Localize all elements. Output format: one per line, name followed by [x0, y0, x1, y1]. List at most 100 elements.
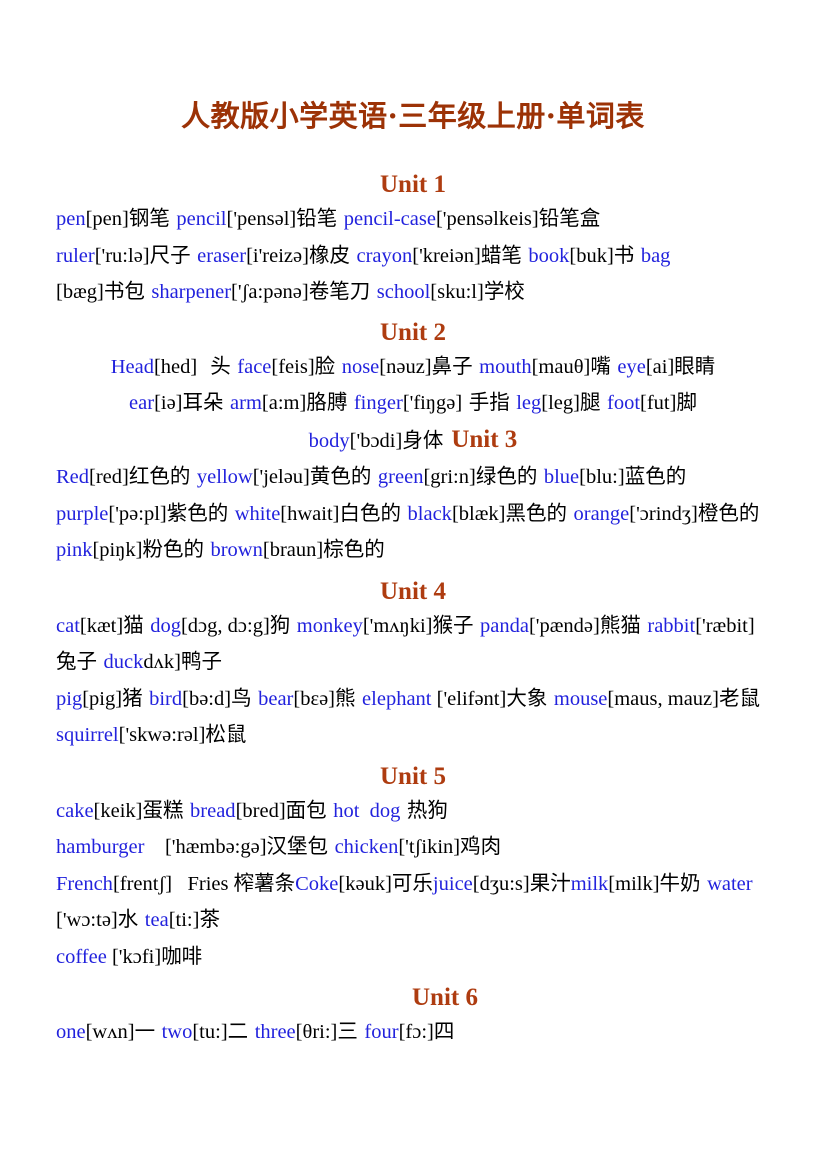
chinese-gloss: 水 — [117, 907, 145, 931]
english-word: dog — [150, 614, 181, 637]
unit-heading-unit-2: Unit 2 — [380, 318, 446, 346]
phonetic-transcription: ['kɔfi] — [106, 945, 162, 968]
english-word: coffee — [56, 945, 107, 968]
phonetic-transcription: ['jeləu] — [252, 466, 310, 488]
english-word: hamburger — [56, 836, 145, 858]
chinese-gloss: 红色的 — [128, 464, 197, 488]
chinese-gloss: 二 — [227, 1019, 255, 1043]
word-line: [bæg]书包 sharpener['ʃa:pənə]卷笔刀 school[sk… — [56, 274, 770, 311]
phonetic-transcription: [bɛə] — [293, 687, 336, 710]
phonetic-transcription: ['wɔ:tə] — [56, 909, 118, 931]
phonetic-transcription: [braun] — [262, 539, 324, 561]
english-word: blue — [543, 466, 580, 488]
unit-heading-inline: Unit 3 — [451, 425, 518, 453]
chinese-gloss: 腿 — [579, 390, 607, 414]
chinese-gloss: 橙色的 — [697, 500, 766, 525]
chinese-gloss: 鸡肉 — [460, 834, 502, 858]
english-word: face — [237, 355, 272, 378]
phonetic-transcription: [red] — [89, 466, 129, 488]
phonetic-transcription: ['hæmbə:gə] — [144, 836, 267, 858]
phonetic-transcription: [blæk] — [451, 502, 506, 525]
word-line: body['bɔdi]身体 Unit 3 — [56, 422, 770, 460]
english-word: Red — [56, 466, 90, 488]
english-word: juice — [432, 872, 473, 895]
english-word: pencil-case — [343, 208, 436, 230]
chinese-gloss: 茶 — [199, 907, 220, 931]
english-word: monkey — [296, 614, 363, 637]
phonetic-transcription: [pen] — [85, 208, 129, 230]
phonetic-transcription: ['pensəl] — [226, 208, 297, 230]
chinese-gloss: 铅笔 — [296, 206, 344, 230]
chinese-gloss: 书包 — [103, 279, 152, 303]
chinese-gloss: 可乐 — [391, 870, 433, 895]
word-line: Head[hed] 头 face[feis]脸 nose[nəuz]鼻子 mou… — [56, 349, 770, 386]
english-word: brown — [210, 539, 263, 561]
word-line: ruler['ru:lə]尺子 eraser[i'reizə]橡皮 crayon… — [56, 238, 770, 275]
word-line: coffee ['kɔfi]咖啡 — [56, 939, 770, 976]
chinese-gloss: 果汁 — [529, 870, 571, 895]
phonetic-transcription: [fɔ:] — [398, 1021, 434, 1043]
chinese-gloss: 黑色的 — [505, 500, 574, 525]
english-word: cat — [56, 614, 80, 637]
word-line: purple['pə:pl]紫色的 white[hwait]白色的 black[… — [56, 496, 770, 569]
phonetic-transcription: [leg] — [541, 392, 580, 414]
phonetic-transcription: [θri:] — [295, 1021, 338, 1043]
chinese-gloss: 猴子 — [432, 612, 481, 637]
unit-heading-unit-4: Unit 4 — [380, 577, 446, 605]
chinese-gloss: 橡皮 — [308, 242, 357, 267]
phonetic-transcription: [bæg] — [56, 281, 104, 303]
english-word: bear — [258, 687, 294, 710]
chinese-gloss: 熊猫 — [599, 612, 648, 637]
unit-heading-unit-6: Unit 6 — [412, 984, 478, 1011]
english-word: elephant — [362, 687, 432, 710]
english-word: pen — [56, 208, 86, 230]
phonetic-transcription: [iə] — [154, 392, 183, 414]
phonetic-transcription: ['ru:lə] — [94, 244, 150, 267]
chinese-gloss: 眼睛 — [674, 353, 716, 378]
phonetic-transcription: ['ʃa:pənə] — [231, 281, 309, 303]
phonetic-transcription: ['bɔdi] — [349, 429, 403, 452]
english-word: eraser — [197, 244, 247, 267]
english-word: book — [528, 244, 570, 267]
english-word: Head — [110, 355, 154, 378]
phonetic-transcription: [i'reizə] — [246, 244, 309, 267]
phonetic-transcription: ['pensəlkeis] — [435, 208, 539, 230]
chinese-gloss: 蛋糕 — [142, 797, 191, 822]
phonetic-transcription: [hwait] — [280, 502, 340, 525]
word-line: cat[kæt]猫 dog[dɔg, dɔ:g]狗 monkey['mʌŋki]… — [56, 608, 770, 681]
chinese-gloss: 嘴 — [590, 353, 618, 378]
english-word: nose — [341, 355, 380, 378]
chinese-gloss: 鸭子 — [180, 649, 222, 673]
chinese-gloss: 尺子 — [149, 242, 198, 267]
chinese-gloss: 狗 — [269, 612, 297, 637]
chinese-gloss: 头 — [197, 353, 238, 378]
chinese-gloss: 牛奶 — [659, 870, 708, 895]
phonetic-transcription: [feis] — [271, 355, 315, 378]
chinese-gloss: 白色的 — [339, 500, 408, 525]
english-word: sharpener — [151, 281, 232, 303]
phonetic-transcription: [bred] — [235, 799, 286, 822]
english-word: pink — [56, 539, 93, 561]
chinese-gloss: 脸 — [314, 353, 342, 378]
phonetic-transcription: ['pændə] — [528, 614, 600, 637]
chinese-gloss: 绿色的 — [475, 464, 544, 488]
chinese-gloss: 卷笔刀 — [308, 279, 377, 303]
english-word: milk — [570, 872, 609, 895]
phonetic-transcription: ['ɔrindʒ] — [629, 502, 698, 525]
chinese-gloss: 热狗 — [400, 797, 448, 822]
phonetic-transcription: [mauθ] — [531, 355, 591, 378]
chinese-gloss: 耳朵 — [182, 390, 231, 414]
phonetic-transcription: [blu:] — [579, 466, 625, 488]
word-line: cake[keik]蛋糕 bread[bred]面包 hot dog 热狗 — [56, 793, 770, 830]
phonetic-transcription: ['fiŋgə] — [402, 392, 463, 414]
phonetic-transcription: Fries — [172, 872, 234, 895]
phonetic-transcription: [buk] — [569, 244, 614, 267]
phonetic-transcription: [kæt] — [79, 614, 124, 637]
word-line: Red[red]红色的 yellow['jeləu]黄色的 green[gri:… — [56, 459, 770, 496]
english-word: school — [376, 281, 431, 303]
english-word: bread — [190, 799, 236, 822]
word-line: ear[iə]耳朵 arm[a:m]胳膊 finger['fiŋgə] 手指 l… — [56, 385, 770, 422]
english-word: French — [56, 872, 113, 895]
chinese-gloss: 书 — [613, 242, 641, 267]
chinese-gloss: 蜡笔 — [480, 242, 529, 267]
